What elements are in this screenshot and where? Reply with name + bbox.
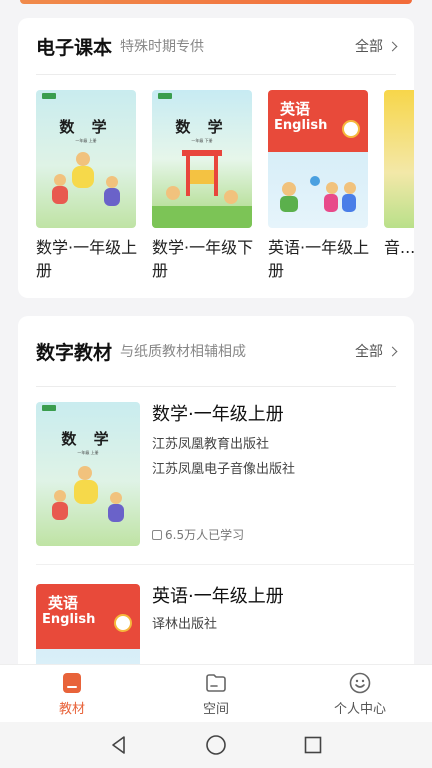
cover-subtitle: 一年级 下册 <box>191 138 213 143</box>
folder-icon <box>206 673 226 692</box>
book-cover <box>384 90 414 228</box>
ebook-list[interactable]: 数 学 一年级 上册 数学·一年级上册 数 学 一年级 下册 数学·一年级下册 … <box>36 90 414 290</box>
digital-header: 数字教材 与纸质教材相辅相成 全部 <box>18 316 414 386</box>
system-nav-bar <box>0 722 432 768</box>
learner-count-label: 6.5万人已学习 <box>165 528 245 542</box>
book-cover: 数 学 一年级 上册 <box>36 90 136 228</box>
publisher: 江苏凤凰电子音像出版社 <box>152 462 296 477</box>
cover-title: 数 学 <box>61 430 115 448</box>
book-icon <box>63 672 81 693</box>
cover-title: 英语 <box>280 100 311 118</box>
divider <box>36 386 396 387</box>
recents-button[interactable] <box>302 734 324 756</box>
book-cover: 英语 English <box>268 90 368 228</box>
publisher: 江苏凤凰教育出版社 <box>152 437 270 452</box>
smiley-icon <box>349 672 371 693</box>
back-triangle-icon <box>111 736 125 754</box>
item-title: 数学·一年级上册 <box>152 404 284 425</box>
digital-item[interactable]: 英语 English 英语·一年级上册 译林出版社 <box>36 584 396 676</box>
home-button[interactable] <box>205 734 227 756</box>
ebook-header: 电子课本 特殊时期专供 全部 <box>18 18 414 74</box>
cover-subtitle: English <box>42 612 96 627</box>
divider <box>36 564 414 565</box>
tab-textbook[interactable]: 教材 <box>0 665 144 722</box>
recents-square-icon <box>305 736 322 754</box>
back-button[interactable] <box>108 734 130 756</box>
cover-title: 数 学 <box>175 118 229 136</box>
learner-count: 6.5万人已学习 <box>152 526 244 543</box>
digital-item-info: 数学·一年级上册 江苏凤凰教育出版社 江苏凤凰电子音像出版社 <box>152 402 396 482</box>
view-all-label: 全部 <box>355 344 383 360</box>
section-title: 数字教材 <box>36 341 113 364</box>
item-title: 英语·一年级上册 <box>152 586 284 607</box>
book-cover: 数 学 一年级 下册 <box>152 90 252 228</box>
section-subtitle: 特殊时期专供 <box>120 39 205 55</box>
home-circle-icon <box>206 735 226 755</box>
book-cover: 英语 English <box>36 584 140 676</box>
tab-space[interactable]: 空间 <box>144 665 288 722</box>
top-banner[interactable] <box>20 0 412 4</box>
book-title: 音... <box>384 238 414 257</box>
book-title: 英语·一年级上册 <box>268 238 370 280</box>
digital-section: 数字教材 与纸质教材相辅相成 全部 数 学 一年级 上册 数学·一年级上册 江苏… <box>18 316 414 676</box>
ebook-view-all-button[interactable]: 全部 <box>355 36 398 56</box>
digital-item[interactable]: 数 学 一年级 上册 数学·一年级上册 江苏凤凰教育出版社 江苏凤凰电子音像出版… <box>36 402 396 552</box>
divider <box>36 74 396 75</box>
ebook-item[interactable]: 英语 English 英语·一年级上册 <box>268 90 369 282</box>
chevron-right-icon <box>387 41 398 51</box>
cover-subtitle: 一年级 上册 <box>77 450 99 455</box>
cover-title: 数 学 <box>59 118 113 136</box>
book-title: 数学·一年级下册 <box>152 238 254 280</box>
section-title: 电子课本 <box>36 36 113 59</box>
tab-label: 空间 <box>202 701 229 717</box>
bottom-tab-bar: 教材 空间 个人中心 <box>0 664 432 722</box>
ebook-item[interactable]: 数 学 一年级 上册 数学·一年级上册 <box>36 90 137 282</box>
chevron-right-icon <box>387 346 398 356</box>
view-all-label: 全部 <box>355 39 383 55</box>
ebook-item[interactable]: 数 学 一年级 下册 数学·一年级下册 <box>152 90 253 282</box>
cover-subtitle: 一年级 上册 <box>75 138 97 143</box>
digital-item-info: 英语·一年级上册 译林出版社 <box>152 584 396 637</box>
tab-label: 个人中心 <box>333 701 386 717</box>
digital-view-all-button[interactable]: 全部 <box>355 341 398 361</box>
section-subtitle: 与纸质教材相辅相成 <box>120 344 247 360</box>
tab-label: 教材 <box>58 701 85 717</box>
book-title: 数学·一年级上册 <box>36 238 138 280</box>
ebook-section: 电子课本 特殊时期专供 全部 数 学 一年级 上册 数学·一年级上册 数 学 一… <box>18 18 414 298</box>
publisher: 译林出版社 <box>152 617 218 632</box>
tab-profile[interactable]: 个人中心 <box>288 665 432 722</box>
book-cover: 数 学 一年级 上册 <box>36 402 140 546</box>
cover-subtitle: English <box>274 118 328 133</box>
learn-icon <box>152 529 162 540</box>
ebook-item[interactable]: 音... <box>384 90 414 259</box>
cover-title: 英语 <box>48 594 79 612</box>
